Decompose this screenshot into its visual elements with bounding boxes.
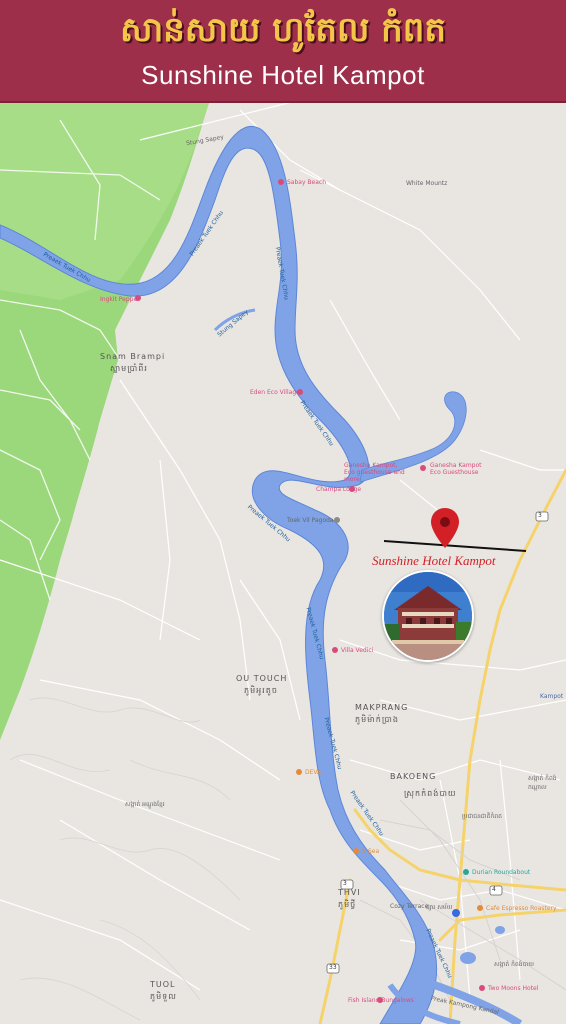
town-tuol: TUOL — [150, 980, 176, 989]
poi-champa[interactable]: Champa Lodge — [316, 486, 361, 493]
road-shield-3-south: 3 — [343, 880, 347, 887]
map-page: សាន់សាយ ហូតែល កំពត Sunshine Hotel Kampot… — [0, 0, 566, 1024]
commune-label-right: សង្កាត់ កំពង់កណ្ដាល — [528, 775, 557, 791]
hotel-photo[interactable] — [382, 570, 474, 662]
poi-cafe-espresso[interactable]: Cafe Espresso Roastery — [486, 905, 557, 912]
town-makprang-km: ភូមិម៉ាក់ប្រាង — [355, 715, 399, 724]
poi-villa-vedici[interactable]: Villa Vedici — [341, 647, 373, 654]
poi-ingkit-pepper[interactable]: Ingkit Pepper — [100, 296, 140, 303]
poi-cozy-terrace[interactable]: Cozy Terrace — [390, 903, 428, 910]
town-snam-brampi: Snam Brampi — [100, 352, 166, 361]
commune-label-left: សង្កាត់ អណ្ដូងខ្មែរ — [125, 801, 165, 808]
town-makprang: MAKPRANG — [355, 703, 409, 712]
title-khmer: សាន់សាយ ហូតែល កំពត — [120, 10, 446, 50]
town-ou-touch-km: ភូមិអូរតូច — [244, 686, 278, 695]
town-ou-touch: OU TOUCH — [236, 674, 288, 683]
title-english: Sunshine Hotel Kampot — [141, 60, 425, 90]
poi-white-mountz[interactable]: White Mountz — [406, 180, 447, 187]
poi-two-moons[interactable]: Two Moons Hotel — [488, 985, 538, 992]
poi-ganesha-right[interactable]: Ganesha Kampot Eco Guesthouse — [430, 462, 490, 476]
town-bakoeng-km: ស្រុកកំពង់បាយ — [404, 789, 457, 798]
hotel-label[interactable]: Sunshine Hotel Kampot — [372, 553, 496, 569]
town-snam-brampi-km: ស្នាមប្រាំពីរ — [110, 364, 148, 373]
poi-eden-eco[interactable]: Eden Eco Village — [250, 389, 300, 396]
town-thvi-km: ភូមិថ្វី — [338, 900, 357, 909]
town-bakoeng: BAKOENG — [390, 772, 437, 781]
location-pin-icon[interactable] — [430, 507, 460, 549]
poi-sabay-beach[interactable]: Sabay Beach — [287, 179, 326, 186]
road-shield-3-north: 3 — [538, 512, 542, 519]
town-thvi: THVI — [338, 888, 361, 897]
road-shield-33: 33 — [329, 964, 337, 971]
poi-xsea[interactable]: X-Sea — [362, 848, 379, 855]
poi-fish-island[interactable]: Fish Island Bungalows — [348, 997, 414, 1004]
place-kampot[interactable]: Kampot — [540, 693, 563, 700]
road-shield-4: 4 — [492, 886, 496, 893]
poi-toek-vil[interactable]: Toek Vil Pagoda — [287, 517, 334, 524]
poi-kampot-market[interactable]: ផ្សារ សម័យ — [426, 903, 452, 912]
poi-hospital[interactable]: ប្រជាជនជាតិកំពត — [462, 812, 502, 821]
title-banner: សាន់សាយ ហូតែល កំពត Sunshine Hotel Kampot — [0, 0, 566, 103]
poi-deva[interactable]: DEVA — [305, 769, 321, 776]
poi-ganesha-left[interactable]: Ganesha Kampot, Eco guesthouse and more — [344, 462, 410, 483]
town-tuol-km: ភូមិទួល — [150, 992, 177, 1001]
commune-label-right2: សង្កាត់ កំពង់បាយ — [494, 961, 534, 968]
poi-durian-roundabout[interactable]: Durian Roundabout — [472, 869, 530, 876]
